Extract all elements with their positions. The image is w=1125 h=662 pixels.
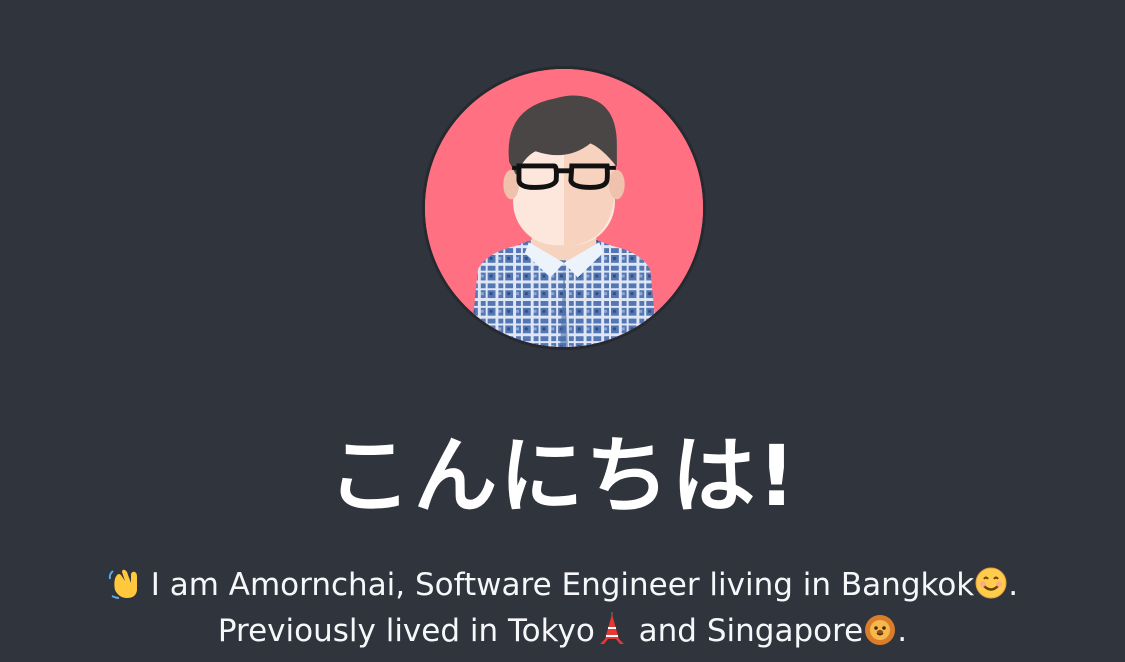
bio-line-1: I am Amornchai, Software Engineer living… <box>0 562 1125 608</box>
tokyo-tower-icon <box>595 612 629 646</box>
bio-line-2-period: . <box>897 613 908 649</box>
profile-page: こんにちは! I am Amornchai, Software Engineer… <box>0 0 1125 662</box>
bio-line-2: Previously lived in Tokyo and Singapore … <box>0 608 1125 654</box>
bio-line-1-period: . <box>1008 567 1019 603</box>
smiling-face-icon <box>974 566 1008 600</box>
bio-line-2-middle: and Singapore <box>628 613 864 649</box>
lion-face-icon <box>863 612 897 646</box>
waving-hand-icon <box>107 566 141 600</box>
bio-line-1-text: I am Amornchai, Software Engineer living… <box>150 567 975 603</box>
bio-text: I am Amornchai, Software Engineer living… <box>0 562 1125 654</box>
page-title: こんにちは! <box>327 427 798 525</box>
bio-line-2-text: Previously lived in Tokyo <box>217 613 595 649</box>
avatar <box>422 66 706 350</box>
person-with-glasses-avatar-icon <box>425 69 703 347</box>
